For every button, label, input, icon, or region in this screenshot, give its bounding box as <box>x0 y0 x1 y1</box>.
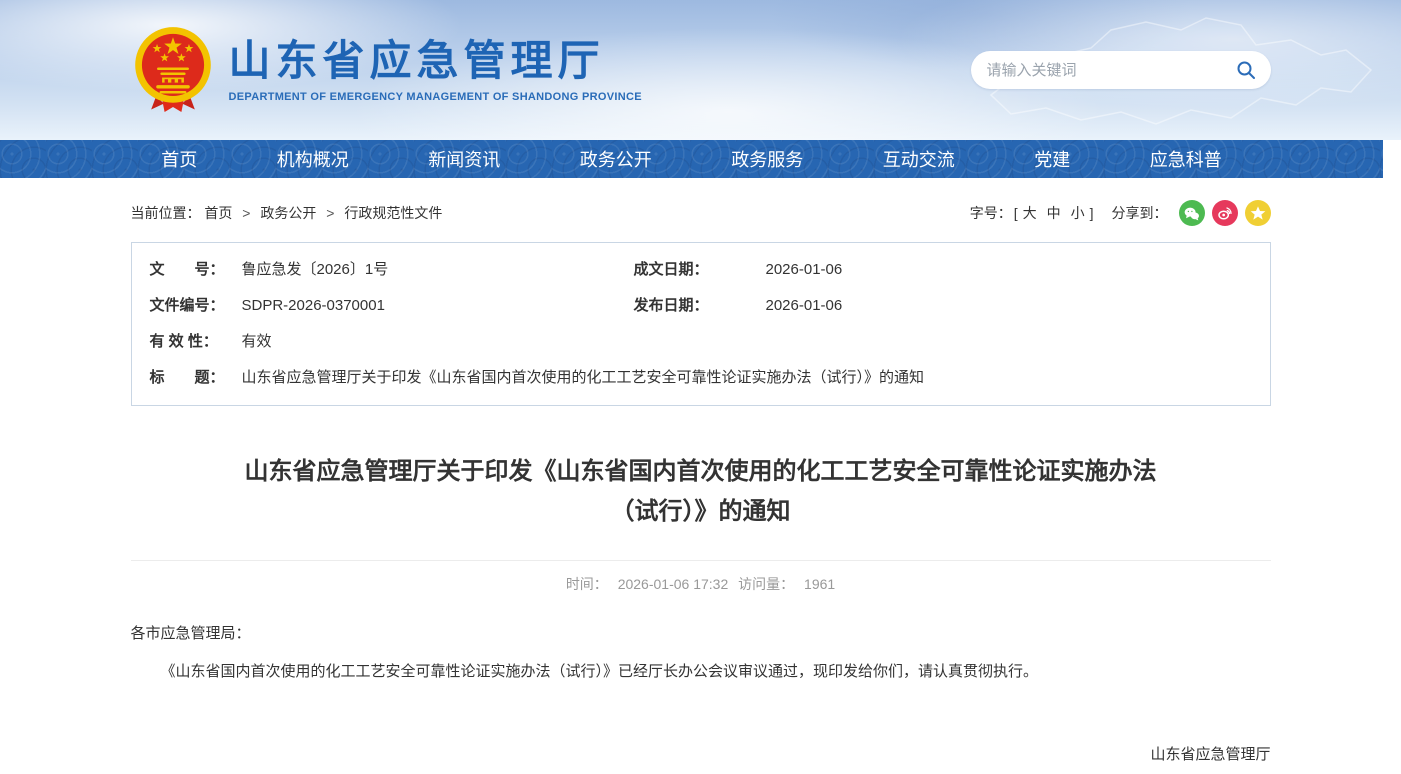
doc-meta-table: 文 号： 鲁应急发〔2026〕1号 成文日期： 2026-01-06 文件编号：… <box>131 242 1271 406</box>
publish-date-value: 2026-01-06 <box>766 296 843 316</box>
article-title-line2: （试行）》的通知 <box>611 498 791 525</box>
bracket-open: [ <box>1014 205 1018 221</box>
breadcrumb: 当前位置： 首页 > 政务公开 > 行政规范性文件 <box>131 203 443 223</box>
site-subtitle: DEPARTMENT OF EMERGENCY MANAGEMENT OF SH… <box>229 91 642 103</box>
article-meta-row: 时间： 2026-01-06 17:32 访问量： 1961 <box>131 560 1271 594</box>
visits-label: 访问量： <box>738 576 794 592</box>
signature-block: 山东省应急管理厅 2026年1月6日 <box>131 740 1271 774</box>
breadcrumb-item-gov-info[interactable]: 政务公开 <box>260 205 316 221</box>
article-paragraph: 《山东省国内首次使用的化工工艺安全可靠性论证实施办法（试行）》已经厅长办公会议审… <box>131 658 1271 687</box>
validity-label: 有 效 性： <box>132 332 242 352</box>
nav-item-gov-info[interactable]: 政务公开 <box>580 146 652 172</box>
nav-item-news[interactable]: 新闻资讯 <box>428 146 500 172</box>
article-body: 各市应急管理局： 《山东省国内首次使用的化工工艺安全可靠性论证实施办法（试行）》… <box>131 620 1271 774</box>
weibo-share-icon[interactable] <box>1212 200 1238 226</box>
nav-item-gov-services[interactable]: 政务服务 <box>731 146 803 172</box>
file-id-value: SDPR-2026-0370001 <box>242 296 634 316</box>
wechat-share-icon[interactable] <box>1179 200 1205 226</box>
nav-item-science[interactable]: 应急科普 <box>1150 146 1222 172</box>
validity-value: 有效 <box>242 332 272 352</box>
site-header: 山东省应急管理厅 DEPARTMENT OF EMERGENCY MANAGEM… <box>0 0 1401 140</box>
search-input[interactable] <box>987 62 1233 79</box>
written-date-label: 成文日期： <box>634 260 766 280</box>
breadcrumb-separator: > <box>326 205 334 221</box>
meta-row-file-id: 文件编号： SDPR-2026-0370001 发布日期： 2026-01-06 <box>132 288 1270 324</box>
signature-org: 山东省应急管理厅 <box>131 740 1271 770</box>
written-date-value: 2026-01-06 <box>766 260 843 280</box>
signature-date: 2026年1月6日 <box>131 770 1271 774</box>
time-value: 2026-01-06 17:32 <box>618 576 729 592</box>
national-emblem-logo <box>131 25 215 115</box>
file-id-label: 文件编号： <box>132 296 242 316</box>
nav-item-party[interactable]: 党建 <box>1034 146 1070 172</box>
doc-number-label: 文 号： <box>132 260 242 280</box>
page: 山东省应急管理厅 DEPARTMENT OF EMERGENCY MANAGEM… <box>0 0 1401 774</box>
breadcrumb-item-regulatory-files[interactable]: 行政规范性文件 <box>344 205 442 221</box>
breadcrumb-separator: > <box>242 205 250 221</box>
article-title-line1: 山东省应急管理厅关于印发《山东省国内首次使用的化工工艺安全可靠性论证实施办法 <box>245 458 1157 485</box>
search-icon[interactable] <box>1233 57 1259 83</box>
font-size-medium-button[interactable]: 中 <box>1047 203 1061 223</box>
font-size-label: 字号： <box>970 203 1012 223</box>
doc-title-value: 山东省应急管理厅关于印发《山东省国内首次使用的化工工艺安全可靠性论证实施办法（试… <box>242 368 925 388</box>
nav-item-about[interactable]: 机构概况 <box>277 146 349 172</box>
meta-row-validity: 有 效 性： 有效 <box>132 324 1270 360</box>
nav-item-home[interactable]: 首页 <box>161 146 197 172</box>
font-size-large-button[interactable]: 大 <box>1023 203 1037 223</box>
doc-title-label: 标 题： <box>132 368 242 388</box>
main-nav: 首页 机构概况 新闻资讯 政务公开 政务服务 互动交流 党建 应急科普 <box>0 140 1383 178</box>
meta-row-doc-number: 文 号： 鲁应急发〔2026〕1号 成文日期： 2026-01-06 <box>132 252 1270 288</box>
breadcrumb-item-home[interactable]: 首页 <box>204 205 232 221</box>
salutation: 各市应急管理局： <box>131 620 1271 649</box>
nav-item-interaction[interactable]: 互动交流 <box>883 146 955 172</box>
publish-date-label: 发布日期： <box>634 296 766 316</box>
search-box <box>971 51 1271 89</box>
site-title: 山东省应急管理厅 <box>229 37 642 85</box>
bracket-close: ] <box>1090 205 1094 221</box>
font-size-small-button[interactable]: 小 <box>1071 203 1085 223</box>
qzone-share-icon[interactable] <box>1245 200 1271 226</box>
article-title: 山东省应急管理厅关于印发《山东省国内首次使用的化工工艺安全可靠性论证实施办法 （… <box>151 452 1251 532</box>
visits-value: 1961 <box>804 576 835 592</box>
page-tools: 字号： [ 大 中 小 ] 分享到： <box>970 200 1271 226</box>
breadcrumb-prefix: 当前位置： <box>131 205 201 221</box>
brand: 山东省应急管理厅 DEPARTMENT OF EMERGENCY MANAGEM… <box>131 25 642 115</box>
meta-row-title: 标 题： 山东省应急管理厅关于印发《山东省国内首次使用的化工工艺安全可靠性论证实… <box>132 360 1270 396</box>
share-label: 分享到： <box>1112 203 1168 223</box>
time-label: 时间： <box>566 576 608 592</box>
doc-number-value: 鲁应急发〔2026〕1号 <box>242 260 634 280</box>
